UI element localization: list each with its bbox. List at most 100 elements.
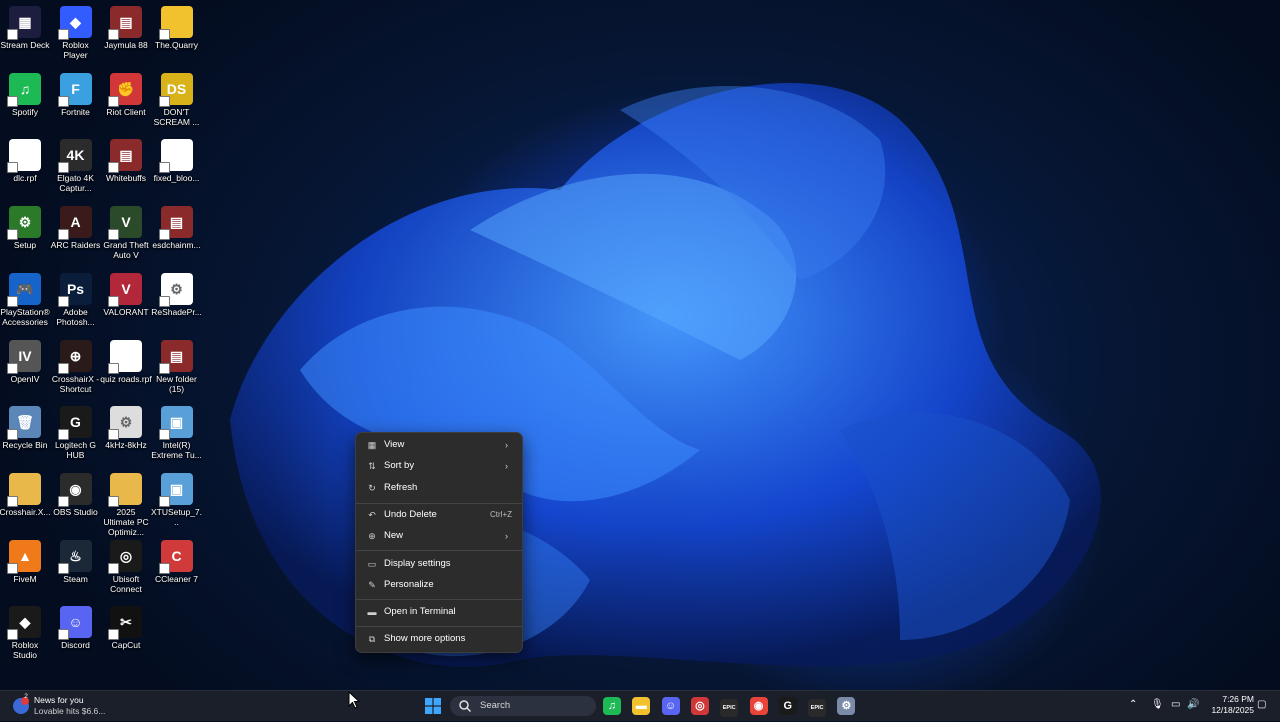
app-icon	[108, 472, 142, 507]
taskbar-app-settings[interactable]: ⚙	[835, 695, 857, 717]
desktop-icon-label: Roblox Studio	[11, 640, 39, 661]
app-icon: ◆	[57, 6, 92, 40]
desktop-icon[interactable]: 🎮 PlayStation® Accessories	[0, 269, 51, 333]
shortcut-arrow-icon	[57, 229, 69, 241]
desktop-icon[interactable]: ⚙ Setup	[0, 202, 51, 266]
desktop-icon[interactable]: ◆ Roblox Studio	[0, 602, 51, 666]
app-icon: ▤	[158, 339, 193, 374]
shortcut-arrow-icon	[57, 95, 69, 107]
desktop-icon-label: OpenIV	[10, 373, 40, 384]
desktop-icon-label: 2025 Ultimate PC Optimiz...	[103, 506, 149, 537]
taskbar-app-epic-games-2[interactable]: EPIC	[806, 695, 828, 717]
shortcut-arrow-icon	[158, 562, 170, 574]
desktop-icon[interactable]: 4K Elgato 4K Captur...	[50, 135, 102, 199]
desktop-icon[interactable]: dlc.rpf	[0, 135, 51, 199]
network-icon[interactable]: ▭	[1171, 699, 1180, 710]
taskbar-search[interactable]: Search	[450, 696, 596, 716]
desktop-icon[interactable]: Ps Adobe Photosh...	[50, 269, 102, 333]
desktop-icon[interactable]: ▤ Jaymula 88	[100, 2, 152, 66]
app-icon: Ps	[57, 272, 92, 307]
desktop-icon[interactable]: ⚙ ReShadePr...	[151, 269, 203, 333]
desktop-icon[interactable]: ⚙ 4kHz-8kHz	[100, 402, 152, 466]
taskbar-app-riot[interactable]: ◎	[689, 695, 711, 717]
menu-item-sort-by[interactable]: ⇅ Sort by ›	[360, 456, 518, 476]
app-icon	[7, 472, 41, 507]
app-icon: ▲	[7, 539, 41, 574]
desktop-icon-label: dlc.rpf	[13, 173, 37, 184]
desktop-icon[interactable]: ▤ New folder (15)	[151, 336, 203, 400]
desktop-icon[interactable]: quiz roads.rpf	[100, 336, 152, 400]
desktop-icon[interactable]: ▣ XTUSetup_7...	[151, 469, 203, 533]
app-icon: A	[57, 206, 92, 241]
desktop-icon[interactable]: IV OpenIV	[0, 336, 51, 400]
taskbar-app-file-explorer[interactable]: ▬	[630, 695, 652, 717]
menu-item-view[interactable]: ▦ View ›	[360, 435, 518, 455]
menu-item-undo-delete[interactable]: ↶ Undo Delete Ctrl+Z	[360, 505, 518, 525]
desktop-icon[interactable]: ♫ Spotify	[0, 69, 51, 133]
desktop-icon[interactable]: ☺ Discord	[50, 602, 102, 666]
menu-item-new[interactable]: ⊕ New ›	[360, 526, 518, 546]
chevron-up-icon[interactable]: ⌃	[1129, 699, 1137, 710]
shortcut-arrow-icon	[108, 95, 119, 107]
desktop-icon[interactable]: G Logitech G HUB	[50, 402, 102, 466]
clock[interactable]: 7:26 PM 12/18/2025	[1206, 694, 1254, 716]
chevron-right-icon: ›	[505, 440, 508, 450]
desktop-icon[interactable]: ▤ Whitebuffs	[100, 135, 152, 199]
shortcut-arrow-icon	[158, 162, 170, 174]
desktop-icon-label: Whitebuffs	[105, 173, 146, 184]
menu-item-personalize[interactable]: ✎ Personalize	[360, 575, 518, 595]
notification-icon[interactable]: ▢	[1257, 699, 1266, 710]
desktop-icon[interactable]: F Fortnite	[50, 69, 102, 133]
app-icon: ✊	[108, 72, 142, 107]
display-icon: ▭	[367, 559, 377, 569]
app-icon: ◎	[108, 539, 142, 574]
desktop-icon[interactable]: 🗑 Recycle Bin	[0, 402, 51, 466]
news-widget[interactable]: 2 News for you Lovable hits $6.6...	[12, 693, 112, 719]
desktop-icon[interactable]: ▦ Stream Deck	[0, 2, 51, 66]
desktop-icon-label: The.Quarry	[155, 40, 198, 50]
desktop-icon[interactable]: V VALORANT	[100, 269, 152, 333]
start-button[interactable]	[422, 695, 444, 717]
desktop-icon[interactable]: ◉ OBS Studio	[50, 469, 102, 533]
desktop-icon[interactable]: ◆ Roblox Player	[50, 2, 102, 66]
desktop-icon[interactable]: 2025 Ultimate PC Optimiz...	[100, 469, 152, 537]
desktop-icon-label: Stream Deck	[0, 40, 50, 50]
taskbar-app-chrome[interactable]: ◉	[748, 695, 770, 717]
shortcut-arrow-icon	[57, 495, 69, 507]
desktop-icon[interactable]: ▣ Intel(R) Extreme Tu...	[151, 402, 203, 466]
desktop-icon[interactable]: ♨ Steam	[50, 536, 102, 600]
app-icon: ▣	[158, 406, 193, 441]
microphone-icon[interactable]: 🎙	[1151, 699, 1164, 710]
menu-item-display-settings[interactable]: ▭ Display settings	[360, 554, 518, 574]
chevron-right-icon: ›	[505, 461, 508, 471]
chevron-right-icon: ›	[505, 531, 508, 541]
desktop-icon[interactable]: fixed_bloo...	[151, 135, 203, 199]
shortcut-arrow-icon	[7, 95, 18, 107]
desktop-icon[interactable]: A ARC Raiders	[50, 202, 102, 266]
desktop-icon[interactable]: ✊ Riot Client	[100, 69, 152, 133]
volume-icon[interactable]: 🔊	[1187, 699, 1199, 710]
desktop-icon[interactable]: The.Quarry	[151, 2, 203, 66]
app-icon: C	[158, 539, 193, 574]
app-icon: ✂	[108, 606, 142, 641]
desktop-icon[interactable]: ▤ esdchainm...	[151, 202, 203, 266]
taskbar-app-logitech[interactable]: G	[777, 695, 799, 717]
desktop-icon[interactable]: DS DON'T SCREAM ...	[151, 69, 203, 133]
app-icon: ▣	[158, 472, 193, 507]
desktop-icon-label: esdchainm...	[152, 240, 201, 251]
desktop-icon[interactable]: C CCleaner 7	[151, 536, 203, 600]
sort-icon: ⇅	[368, 461, 376, 471]
menu-item-refresh[interactable]: ↻ Refresh	[360, 478, 518, 498]
desktop-icon[interactable]: Crosshair.X...	[0, 469, 51, 533]
desktop-icon[interactable]: ▲ FiveM	[0, 536, 51, 600]
taskbar-app-epic-games[interactable]: EPIC	[718, 695, 740, 717]
desktop-icon[interactable]: ⊕ CrosshairX - Shortcut	[50, 336, 102, 400]
menu-item-show-more-options[interactable]: ⧉ Show more options	[360, 629, 518, 649]
app-icon	[108, 339, 142, 374]
taskbar-app-discord[interactable]: ☺	[660, 695, 682, 717]
menu-item-open-terminal[interactable]: ▬ Open in Terminal	[360, 602, 518, 622]
desktop-icon[interactable]: V Grand Theft Auto V	[100, 202, 152, 266]
desktop-icon[interactable]: ✂ CapCut	[100, 602, 152, 666]
desktop-icon[interactable]: ◎ Ubisoft Connect	[100, 536, 152, 600]
taskbar-app-spotify[interactable]: ♫	[601, 695, 623, 717]
